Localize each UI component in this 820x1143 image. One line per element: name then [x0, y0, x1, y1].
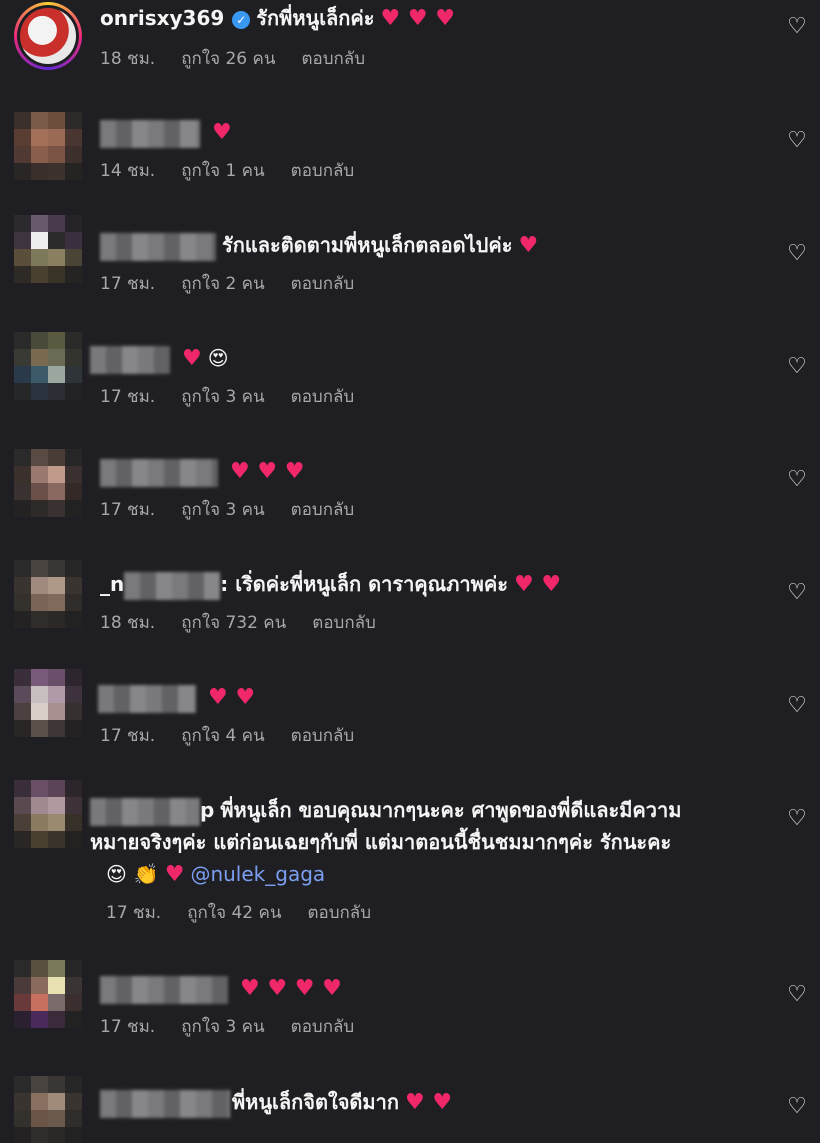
comment-text: รักพี่หนูเล็กค่ะ [256, 6, 375, 30]
heart-outline-icon[interactable]: ♡ [786, 808, 808, 830]
comment-time: 17 ชม. [100, 274, 156, 294]
like-count[interactable]: ถูกใจ 26 คน [181, 49, 275, 69]
reply-button[interactable]: ตอบกลับ [307, 903, 371, 923]
heart-outline-icon[interactable]: ♡ [786, 984, 808, 1006]
comment-text: พี่หนูเล็กจิตใจดีมาก [232, 1090, 399, 1114]
reply-button[interactable]: ตอบกลับ [312, 613, 376, 633]
heart-outline-icon[interactable]: ♡ [786, 582, 808, 604]
comment-time: 17 ชม. [100, 726, 156, 746]
comment-username[interactable] [98, 684, 196, 713]
heart-emoji: ♥ ♥ [513, 572, 562, 597]
like-count[interactable]: ถูกใจ 42 คน [187, 903, 281, 923]
like-count[interactable]: ถูกใจ 3 คน [181, 387, 264, 407]
avatar[interactable] [14, 1076, 82, 1143]
heart-emoji: ♥ [212, 120, 232, 145]
reply-button[interactable]: ตอบกลับ [291, 726, 355, 746]
heart-outline-icon[interactable]: ♡ [786, 356, 808, 378]
avatar[interactable] [14, 780, 82, 848]
reply-button[interactable]: ตอบกลับ [291, 161, 355, 181]
avatar[interactable] [14, 560, 82, 628]
reply-button[interactable]: ตอบกลับ [291, 1017, 355, 1037]
heart-outline-icon[interactable]: ♡ [786, 130, 808, 152]
heart-outline-icon[interactable]: ♡ [786, 695, 808, 717]
comment-text: : เริ่ดค่ะพี่หนูเล็ก ดาราคุณภาพค่ะ [220, 572, 508, 596]
reply-button[interactable]: ตอบกลับ [291, 500, 355, 520]
heart-emoji: ♥ ♥ ♥ [380, 6, 456, 31]
comment-time: 17 ชม. [100, 1017, 156, 1037]
avatar[interactable] [14, 449, 82, 517]
avatar[interactable] [14, 960, 82, 1028]
comment-time: 17 ชม. [100, 387, 156, 407]
heart-outline-icon[interactable]: ♡ [786, 1096, 808, 1118]
avatar[interactable] [14, 669, 82, 737]
comment-time: 17 ชม. [100, 500, 156, 520]
heart-emoji: ♥ ♥ [404, 1090, 453, 1115]
heart-emoji: ♥ ♥ [208, 685, 256, 710]
comment-time: 18 ชม. [100, 49, 156, 69]
heart-outline-icon[interactable]: ♡ [786, 469, 808, 491]
avatar[interactable] [14, 332, 82, 400]
comment-text: รักและติดตามพี่หนูเล็กตลอดไปค่ะ [222, 233, 513, 257]
reply-button[interactable]: ตอบกลับ [291, 274, 355, 294]
like-count[interactable]: ถูกใจ 3 คน [181, 1017, 264, 1037]
like-count[interactable]: ถูกใจ 3 คน [181, 500, 264, 520]
like-count[interactable]: ถูกใจ 1 คน [181, 161, 264, 181]
heart-emoji: ♥ [518, 233, 539, 258]
avatar[interactable] [14, 215, 82, 283]
comment-username[interactable]: p [200, 798, 214, 822]
heart-emoji: ♥ [164, 862, 185, 887]
comment-text-line: หมายจริงๆค่ะ แต่ก่อนเฉยๆกับพี่ แต่มาตอนน… [90, 830, 672, 854]
like-count[interactable]: ถูกใจ 732 คน [181, 613, 286, 633]
heart-emoji: ♥ ♥ ♥ [230, 459, 305, 484]
mention-link[interactable]: @nulek_gaga [190, 862, 325, 886]
comment-username[interactable]: _n [100, 572, 124, 596]
like-count[interactable]: ถูกใจ 2 คน [181, 274, 264, 294]
username-redacted [90, 797, 200, 826]
reply-button[interactable]: ตอบกลับ [301, 49, 365, 69]
comment-username[interactable] [100, 119, 200, 148]
reply-button[interactable]: ตอบกลับ [291, 387, 355, 407]
heart-emoji: ♥ ♥ ♥ ♥ [240, 976, 342, 1001]
comment-time: 18 ชม. [100, 613, 156, 633]
comment-username[interactable] [100, 458, 218, 487]
comment-username[interactable] [100, 975, 228, 1004]
emoji: 😍 [207, 346, 229, 370]
comment-list: onrisxy369 ✓ รักพี่หนูเล็กค่ะ ♥ ♥ ♥ 18 ชม. ถ… [0, 0, 820, 1143]
comment-username[interactable] [90, 345, 170, 374]
comment-username[interactable]: onrisxy369 [100, 6, 224, 30]
comment-username[interactable] [100, 1089, 230, 1118]
like-count[interactable]: ถูกใจ 4 คน [181, 726, 264, 746]
comment-time: 14 ชม. [100, 161, 156, 181]
heart-outline-icon[interactable]: ♡ [786, 16, 808, 38]
avatar[interactable] [14, 112, 82, 180]
verified-badge-icon: ✓ [232, 10, 251, 29]
heart-outline-icon[interactable]: ♡ [786, 243, 808, 265]
heart-emoji: ♥ [182, 346, 202, 371]
comment-time: 17 ชม. [106, 903, 162, 923]
emoji: 😍 👏 [106, 862, 159, 886]
comment-username[interactable] [100, 232, 216, 261]
comment-text-line: พี่หนูเล็ก ขอบคุณมากๆนะคะ ศาพูดของพี่ดีแ… [220, 798, 682, 822]
avatar[interactable] [14, 2, 82, 70]
username-redacted [124, 571, 221, 600]
